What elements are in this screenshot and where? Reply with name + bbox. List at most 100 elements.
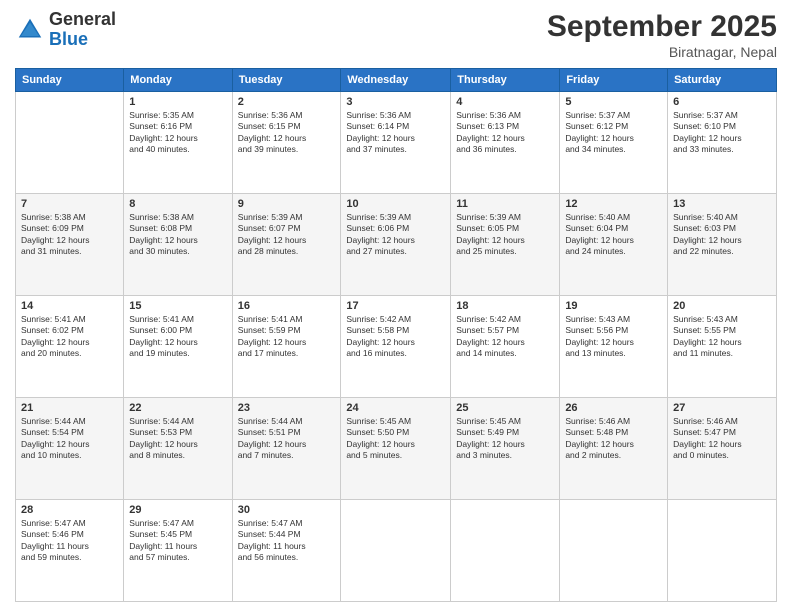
calendar-cell: 27Sunrise: 5:46 AM Sunset: 5:47 PM Dayli… [668, 398, 777, 500]
day-number: 7 [21, 198, 118, 210]
day-info: Sunrise: 5:43 AM Sunset: 5:55 PM Dayligh… [673, 314, 771, 360]
month-title: September 2025 [547, 10, 777, 44]
calendar-cell: 20 Sunrise: 5:43 AM Sunset: 5:55 PM Dayli… [668, 296, 777, 398]
col-sunday: Sunday [16, 69, 124, 92]
calendar-cell: 26Sunrise: 5:46 AM Sunset: 5:48 PM Dayli… [560, 398, 668, 500]
day-number: 5 [565, 96, 662, 108]
day-info: Sunrise: 5:42 AM Sunset: 5:58 PM Dayligh… [346, 314, 445, 360]
calendar-cell: 10 Sunrise: 5:39 AM Sunset: 6:06 PM Dayli… [341, 194, 451, 296]
day-number: 21 [21, 402, 118, 414]
calendar-cell: 13 Sunrise: 5:40 AM Sunset: 6:03 PM Dayli… [668, 194, 777, 296]
day-info: Sunrise: 5:38 AM Sunset: 6:08 PM Dayligh… [129, 212, 226, 258]
calendar-cell: 8 Sunrise: 5:38 AM Sunset: 6:08 PM Daylig… [124, 194, 232, 296]
day-number: 23 [238, 402, 336, 414]
day-info: Sunrise: 5:39 AM Sunset: 6:05 PM Dayligh… [456, 212, 554, 258]
calendar-week-row-1: 1Sunrise: 5:35 AM Sunset: 6:16 PM Daylig… [16, 92, 777, 194]
day-info: Sunrise: 5:44 AM Sunset: 5:53 PM Dayligh… [129, 416, 226, 462]
col-wednesday: Wednesday [341, 69, 451, 92]
calendar-cell: 14 Sunrise: 5:41 AM Sunset: 6:02 PM Dayli… [16, 296, 124, 398]
day-info: Sunrise: 5:41 AM Sunset: 5:59 PM Dayligh… [238, 314, 336, 360]
day-number: 20 [673, 300, 771, 312]
day-number: 12 [565, 198, 662, 210]
day-info: Sunrise: 5:47 AM Sunset: 5:46 PM Dayligh… [21, 518, 118, 564]
day-info: Sunrise: 5:38 AM Sunset: 6:09 PM Dayligh… [21, 212, 118, 258]
day-info: Sunrise: 5:45 AM Sunset: 5:50 PM Dayligh… [346, 416, 445, 462]
col-saturday: Saturday [668, 69, 777, 92]
day-number: 9 [238, 198, 336, 210]
day-number: 8 [129, 198, 226, 210]
calendar-week-row-3: 14 Sunrise: 5:41 AM Sunset: 6:02 PM Dayli… [16, 296, 777, 398]
day-number: 30 [238, 504, 336, 516]
calendar-cell [16, 92, 124, 194]
calendar-cell [668, 500, 777, 602]
calendar-cell: 5Sunrise: 5:37 AM Sunset: 6:12 PM Daylig… [560, 92, 668, 194]
calendar-cell: 23 Sunrise: 5:44 AM Sunset: 5:51 PM Dayli… [232, 398, 341, 500]
day-info: Sunrise: 5:44 AM Sunset: 5:51 PM Dayligh… [238, 416, 336, 462]
day-info: Sunrise: 5:42 AM Sunset: 5:57 PM Dayligh… [456, 314, 554, 360]
day-number: 17 [346, 300, 445, 312]
calendar-cell [451, 500, 560, 602]
calendar-cell: 17 Sunrise: 5:42 AM Sunset: 5:58 PM Dayli… [341, 296, 451, 398]
col-monday: Monday [124, 69, 232, 92]
calendar-cell: 21 Sunrise: 5:44 AM Sunset: 5:54 PM Dayli… [16, 398, 124, 500]
page: General Blue September 2025 Biratnagar, … [0, 0, 792, 612]
day-info: Sunrise: 5:41 AM Sunset: 6:02 PM Dayligh… [21, 314, 118, 360]
day-info: Sunrise: 5:36 AM Sunset: 6:15 PM Dayligh… [238, 110, 336, 156]
calendar-cell: 18 Sunrise: 5:42 AM Sunset: 5:57 PM Dayli… [451, 296, 560, 398]
logo-text: General Blue [49, 10, 116, 50]
day-number: 14 [21, 300, 118, 312]
calendar-cell: 19 Sunrise: 5:43 AM Sunset: 5:56 PM Dayli… [560, 296, 668, 398]
day-info: Sunrise: 5:36 AM Sunset: 6:13 PM Dayligh… [456, 110, 554, 156]
calendar-cell: 2Sunrise: 5:36 AM Sunset: 6:15 PM Daylig… [232, 92, 341, 194]
calendar-cell: 30 Sunrise: 5:47 AM Sunset: 5:44 PM Dayli… [232, 500, 341, 602]
day-info: Sunrise: 5:40 AM Sunset: 6:03 PM Dayligh… [673, 212, 771, 258]
calendar-cell: 3Sunrise: 5:36 AM Sunset: 6:14 PM Daylig… [341, 92, 451, 194]
day-number: 25 [456, 402, 554, 414]
day-info: Sunrise: 5:40 AM Sunset: 6:04 PM Dayligh… [565, 212, 662, 258]
day-info: Sunrise: 5:45 AM Sunset: 5:49 PM Dayligh… [456, 416, 554, 462]
day-number: 10 [346, 198, 445, 210]
calendar-cell: 22 Sunrise: 5:44 AM Sunset: 5:53 PM Dayli… [124, 398, 232, 500]
day-number: 22 [129, 402, 226, 414]
calendar-cell: 28Sunrise: 5:47 AM Sunset: 5:46 PM Dayli… [16, 500, 124, 602]
calendar-cell: 7 Sunrise: 5:38 AM Sunset: 6:09 PM Daylig… [16, 194, 124, 296]
calendar-week-row-4: 21 Sunrise: 5:44 AM Sunset: 5:54 PM Dayli… [16, 398, 777, 500]
day-info: Sunrise: 5:47 AM Sunset: 5:45 PM Dayligh… [129, 518, 226, 564]
day-info: Sunrise: 5:39 AM Sunset: 6:06 PM Dayligh… [346, 212, 445, 258]
calendar-week-row-2: 7 Sunrise: 5:38 AM Sunset: 6:09 PM Daylig… [16, 194, 777, 296]
calendar-cell: 15Sunrise: 5:41 AM Sunset: 6:00 PM Dayli… [124, 296, 232, 398]
day-info: Sunrise: 5:37 AM Sunset: 6:10 PM Dayligh… [673, 110, 771, 156]
day-info: Sunrise: 5:44 AM Sunset: 5:54 PM Dayligh… [21, 416, 118, 462]
location: Biratnagar, Nepal [547, 44, 777, 60]
col-tuesday: Tuesday [232, 69, 341, 92]
logo: General Blue [15, 10, 116, 50]
calendar-cell: 16 Sunrise: 5:41 AM Sunset: 5:59 PM Dayli… [232, 296, 341, 398]
day-number: 19 [565, 300, 662, 312]
day-number: 13 [673, 198, 771, 210]
day-number: 6 [673, 96, 771, 108]
logo-general-text: General [49, 9, 116, 29]
day-number: 29 [129, 504, 226, 516]
day-number: 16 [238, 300, 336, 312]
calendar-cell: 29 Sunrise: 5:47 AM Sunset: 5:45 PM Dayli… [124, 500, 232, 602]
day-number: 18 [456, 300, 554, 312]
calendar-cell: 11 Sunrise: 5:39 AM Sunset: 6:05 PM Dayli… [451, 194, 560, 296]
calendar-cell: 12 Sunrise: 5:40 AM Sunset: 6:04 PM Dayli… [560, 194, 668, 296]
calendar-week-row-5: 28Sunrise: 5:47 AM Sunset: 5:46 PM Dayli… [16, 500, 777, 602]
calendar-cell [341, 500, 451, 602]
calendar-table: Sunday Monday Tuesday Wednesday Thursday… [15, 68, 777, 602]
calendar-cell: 9 Sunrise: 5:39 AM Sunset: 6:07 PM Daylig… [232, 194, 341, 296]
day-number: 11 [456, 198, 554, 210]
day-info: Sunrise: 5:43 AM Sunset: 5:56 PM Dayligh… [565, 314, 662, 360]
day-number: 24 [346, 402, 445, 414]
day-number: 15 [129, 300, 226, 312]
day-number: 27 [673, 402, 771, 414]
logo-blue-text: Blue [49, 29, 88, 49]
day-number: 4 [456, 96, 554, 108]
col-thursday: Thursday [451, 69, 560, 92]
day-info: Sunrise: 5:39 AM Sunset: 6:07 PM Dayligh… [238, 212, 336, 258]
header: General Blue September 2025 Biratnagar, … [15, 10, 777, 60]
day-info: Sunrise: 5:47 AM Sunset: 5:44 PM Dayligh… [238, 518, 336, 564]
day-info: Sunrise: 5:36 AM Sunset: 6:14 PM Dayligh… [346, 110, 445, 156]
calendar-header-row: Sunday Monday Tuesday Wednesday Thursday… [16, 69, 777, 92]
